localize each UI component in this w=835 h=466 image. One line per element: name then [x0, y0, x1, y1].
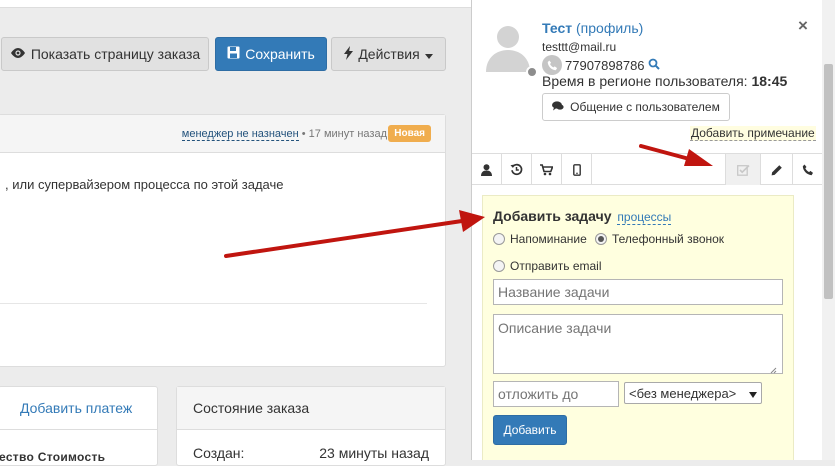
- cart-icon: [540, 163, 553, 175]
- order-state-header: Состояние заказа: [177, 387, 445, 430]
- save-button[interactable]: Сохранить: [215, 37, 327, 71]
- actions-label: Действия: [358, 46, 420, 62]
- tabs-spacer: [592, 154, 726, 185]
- divider: [0, 303, 427, 304]
- add-note-link[interactable]: Добавить примечание: [690, 126, 816, 141]
- user-email: testtt@mail.ru: [542, 40, 617, 54]
- phone-call-icon[interactable]: [542, 55, 562, 75]
- user-name-row: Тест (профиль): [542, 20, 643, 36]
- tab-edit[interactable]: [761, 154, 793, 185]
- task-description-input[interactable]: [493, 314, 783, 374]
- floppy-icon: [227, 46, 240, 62]
- add-payment-link[interactable]: Добавить платеж: [20, 400, 132, 416]
- chat-button-label: Общение с пользователем: [570, 100, 720, 114]
- order-panel-header: менеджер не назначен • 17 минут назад Но…: [0, 115, 445, 153]
- phone-icon: [802, 164, 813, 175]
- tab-phone[interactable]: [793, 154, 823, 185]
- add-task-button[interactable]: Добавить: [493, 415, 567, 445]
- history-icon: [510, 163, 523, 176]
- processes-link[interactable]: процессы: [617, 210, 672, 225]
- radio-email-option[interactable]: Отправить email: [493, 259, 602, 273]
- radio-phone-call-option[interactable]: Телефонный звонок: [595, 232, 724, 246]
- manager-select-value: <без менеджера>: [629, 385, 737, 401]
- tab-mobile[interactable]: [562, 154, 592, 185]
- order-meta: менеджер не назначен • 17 минут назад: [181, 128, 387, 141]
- payments-columns-header: ество Стоимость: [0, 450, 106, 464]
- add-task-form: Добавить задачу процессы Напоминание Тел…: [482, 195, 794, 460]
- order-panel: менеджер не назначен • 17 минут назад Но…: [0, 114, 446, 367]
- manager-not-assigned-link[interactable]: менеджер не назначен: [181, 128, 299, 141]
- avatar-placeholder-icon: [486, 26, 530, 72]
- tab-history[interactable]: [502, 154, 532, 185]
- user-sidebar: × Тест (профиль) testtt@mail.ru 77907898…: [471, 0, 823, 460]
- payments-panel: Добавить платеж ество Стоимость: [0, 386, 158, 466]
- status-badge: Новая: [388, 125, 431, 142]
- radio-reminder[interactable]: [493, 233, 505, 245]
- avatar: [482, 20, 534, 72]
- user-name[interactable]: Тест: [542, 20, 572, 36]
- phone-row: 77907898786: [542, 55, 660, 75]
- task-icon: [736, 164, 750, 176]
- user-profile-link[interactable]: (профиль): [576, 20, 643, 36]
- top-strip: [0, 0, 471, 8]
- radio-reminder-label: Напоминание: [510, 232, 587, 246]
- add-task-title: Добавить задачу: [493, 208, 612, 224]
- add-task-heading: Добавить задачу процессы: [493, 208, 672, 225]
- mobile-icon: [572, 163, 581, 176]
- user-icon: [481, 163, 492, 176]
- order-description-text: , или супервайзером процесса по этой зад…: [5, 177, 284, 192]
- scrollbar-thumb[interactable]: [824, 64, 833, 299]
- region-time: Время в регионе пользователя: 18:45: [542, 73, 787, 89]
- actions-dropdown-button[interactable]: Действия: [331, 37, 446, 71]
- tab-cart[interactable]: [532, 154, 562, 185]
- radio-email-label: Отправить email: [510, 259, 602, 273]
- save-label: Сохранить: [245, 46, 315, 62]
- radio-email[interactable]: [493, 260, 505, 272]
- order-age: • 17 минут назад: [298, 128, 387, 140]
- resize-grip-icon[interactable]: [769, 366, 777, 374]
- select-arrow-icon: [749, 386, 757, 401]
- region-time-value: 18:45: [751, 73, 788, 89]
- bolt-icon: [344, 45, 354, 63]
- eye-icon: [10, 46, 26, 62]
- created-value: 23 минуты назад: [319, 445, 429, 461]
- order-state-title: Состояние заказа: [193, 400, 310, 416]
- show-order-page-button[interactable]: Показать страницу заказа: [1, 37, 209, 71]
- comments-icon: [552, 100, 564, 114]
- show-order-page-label: Показать страницу заказа: [30, 46, 201, 62]
- user-phone: 77907898786: [565, 57, 645, 73]
- payments-panel-header: Добавить платеж: [0, 387, 157, 430]
- postpone-until-input[interactable]: [493, 381, 619, 407]
- caret-down-icon: [424, 46, 433, 62]
- pencil-icon: [771, 164, 782, 175]
- tab-tasks[interactable]: [726, 154, 761, 185]
- manager-select[interactable]: <без менеджера>: [624, 382, 762, 404]
- task-title-input[interactable]: [493, 279, 783, 305]
- created-label: Создан:: [193, 445, 245, 461]
- chat-with-user-button[interactable]: Общение с пользователем: [542, 93, 730, 121]
- region-time-label: Время в регионе пользователя:: [542, 73, 752, 89]
- online-status-indicator: [526, 66, 538, 78]
- radio-phone-call[interactable]: [595, 233, 607, 245]
- search-icon[interactable]: [648, 58, 660, 73]
- tab-user[interactable]: [472, 154, 502, 185]
- sidebar-tabs: [472, 153, 823, 185]
- order-state-panel: Состояние заказа Создан: 23 минуты назад: [176, 386, 446, 466]
- radio-reminder-option[interactable]: Напоминание: [493, 232, 587, 246]
- radio-phone-call-label: Телефонный звонок: [612, 232, 725, 246]
- close-icon[interactable]: ×: [798, 16, 808, 36]
